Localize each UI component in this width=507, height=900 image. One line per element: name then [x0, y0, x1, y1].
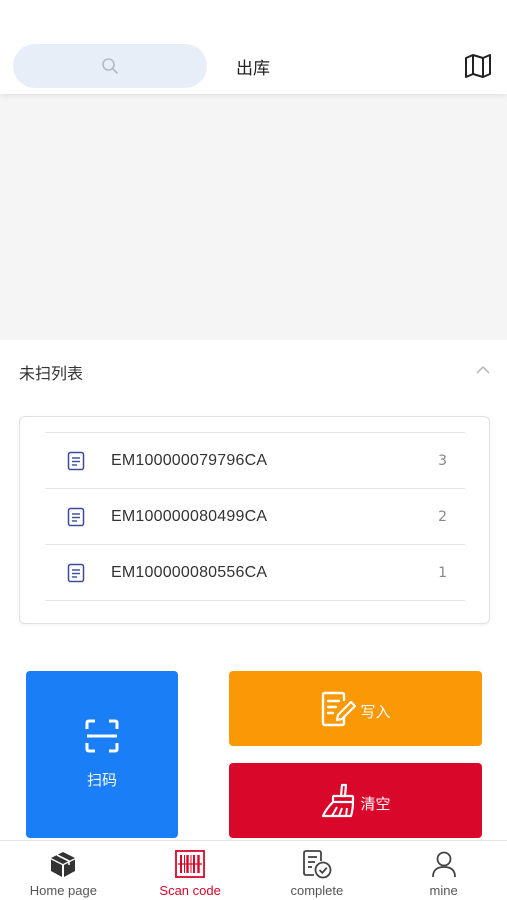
item-index: 1	[438, 564, 447, 581]
write-button[interactable]: 写入	[229, 671, 482, 746]
tab-label: Home page	[29, 883, 97, 898]
scan-frame-icon	[85, 719, 119, 753]
document-icon	[67, 563, 85, 583]
checklist-icon	[302, 850, 332, 879]
search-input[interactable]	[13, 44, 207, 88]
list-item[interactable]: EM100000079796CA 3	[45, 433, 465, 489]
unscanned-list: EM100000079796CA 3 EM100000080499CA 2 EM…	[19, 416, 490, 624]
list-body: EM100000079796CA 3 EM100000080499CA 2 EM…	[45, 432, 465, 601]
list-item[interactable]: EM100000080556CA 1	[45, 545, 465, 601]
tab-label: Scan code	[159, 883, 221, 898]
box-icon	[51, 852, 76, 877]
item-code: EM100000079796CA	[111, 451, 268, 469]
tab-label: mine	[429, 883, 458, 898]
page-title: 出库	[236, 59, 270, 79]
item-index: 3	[438, 452, 447, 469]
scan-button-label: 扫码	[86, 771, 117, 789]
search-icon	[102, 58, 118, 74]
tab-home[interactable]: Home page	[0, 841, 127, 900]
tab-mine[interactable]: mine	[380, 841, 507, 900]
scan-preview-area	[0, 94, 507, 340]
item-index: 2	[438, 508, 447, 525]
user-icon	[431, 851, 456, 878]
document-icon	[67, 451, 85, 471]
map-button[interactable]	[464, 52, 492, 80]
item-code: EM100000080499CA	[111, 507, 268, 525]
tab-scan-code[interactable]: Scan code	[127, 841, 254, 900]
broom-icon	[322, 783, 355, 817]
list-item[interactable]: EM100000080499CA 2	[45, 489, 465, 545]
document-icon	[67, 507, 85, 527]
header-bar: 出库	[0, 0, 507, 94]
scan-button[interactable]: 扫码	[26, 671, 178, 838]
chevron-up-icon	[476, 365, 490, 374]
tab-complete[interactable]: complete	[254, 841, 381, 900]
bottom-tab-bar: Home page Scan code complete mine	[0, 840, 507, 900]
item-code: EM100000080556CA	[111, 563, 268, 581]
edit-document-icon	[322, 691, 357, 726]
map-icon	[465, 54, 491, 78]
tab-label: complete	[290, 883, 344, 898]
clear-button-label: 清空	[360, 795, 391, 813]
collapse-button[interactable]	[475, 362, 491, 376]
write-button-label: 写入	[360, 703, 391, 721]
list-title: 未扫列表	[19, 364, 84, 383]
barcode-icon	[175, 850, 206, 878]
clear-button[interactable]: 清空	[229, 763, 482, 838]
